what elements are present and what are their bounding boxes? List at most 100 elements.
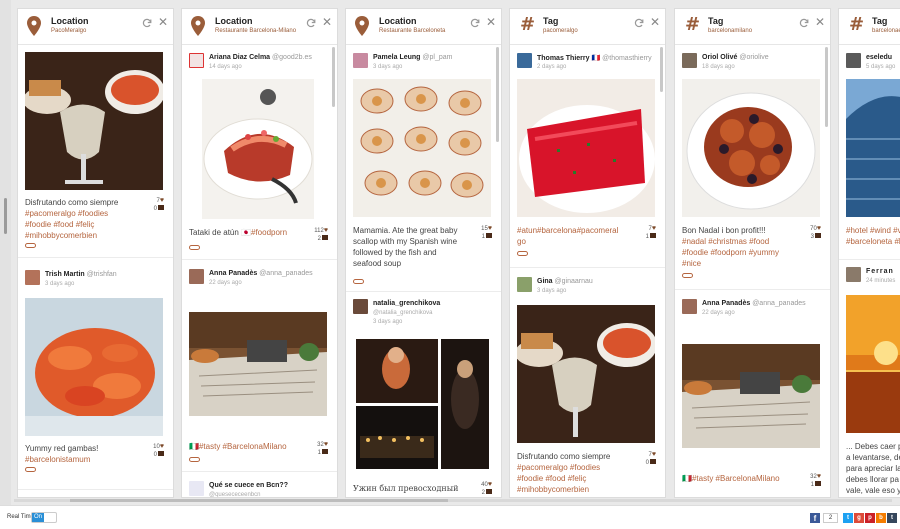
hashtag-link[interactable]: #mihobbycomerbien bbox=[25, 231, 97, 240]
user-name[interactable]: Pamela Leung bbox=[373, 54, 420, 61]
refresh-icon[interactable] bbox=[470, 18, 480, 28]
column-scrollbar[interactable] bbox=[660, 47, 663, 92]
avatar[interactable] bbox=[25, 270, 40, 285]
user-name[interactable]: natalia_grenchikova bbox=[373, 300, 440, 307]
post-photo[interactable] bbox=[517, 305, 655, 443]
comment-icon[interactable] bbox=[322, 449, 328, 454]
close-icon[interactable]: ✕ bbox=[486, 16, 496, 28]
hashtag-link[interactable]: #tasty #BarcelonaMilano bbox=[199, 442, 287, 451]
more-options-icon[interactable] bbox=[25, 243, 36, 248]
hashtag-link[interactable]: #foodporn bbox=[251, 228, 287, 237]
post-photo[interactable] bbox=[189, 312, 327, 416]
avatar[interactable] bbox=[353, 53, 368, 68]
tumblr-icon[interactable]: t bbox=[887, 513, 897, 523]
hashtag-link[interactable]: #nadal #christmas #food bbox=[682, 237, 769, 246]
post-photo[interactable] bbox=[25, 298, 163, 436]
googleplus-icon[interactable]: g bbox=[854, 513, 864, 523]
heart-icon[interactable]: ♥ bbox=[160, 443, 164, 450]
heart-icon[interactable]: ♥ bbox=[652, 225, 656, 232]
pinterest-icon[interactable]: p bbox=[865, 513, 875, 523]
refresh-icon[interactable] bbox=[142, 18, 152, 28]
avatar[interactable] bbox=[517, 277, 532, 292]
heart-icon[interactable]: ♥ bbox=[817, 473, 821, 480]
column-scrollbar[interactable] bbox=[825, 47, 828, 127]
post-photo[interactable] bbox=[441, 339, 489, 469]
hashtag-link[interactable]: #mihobbycomerbien bbox=[517, 485, 589, 494]
realtime-toggle[interactable]: On bbox=[31, 512, 57, 523]
hashtag-link[interactable]: #hotel #wind #vie bbox=[846, 226, 900, 235]
comment-icon[interactable] bbox=[486, 233, 492, 238]
avatar[interactable] bbox=[517, 53, 532, 68]
post-photo[interactable] bbox=[202, 79, 314, 219]
heart-icon[interactable]: ♥ bbox=[324, 227, 328, 234]
refresh-icon[interactable] bbox=[306, 18, 316, 28]
hashtag-link[interactable]: #foodie #food #feliç bbox=[25, 220, 94, 229]
avatar[interactable] bbox=[189, 53, 204, 68]
close-icon[interactable]: ✕ bbox=[650, 16, 660, 28]
close-icon[interactable]: ✕ bbox=[815, 16, 825, 28]
hashtag-link[interactable]: #tasty #BarcelonaMilano bbox=[692, 474, 780, 483]
avatar[interactable] bbox=[682, 299, 697, 314]
hashtag-link[interactable]: #barceloneta #b bbox=[846, 237, 900, 246]
hashtag-link[interactable]: #barcelonistamum bbox=[25, 455, 90, 464]
comment-icon[interactable] bbox=[815, 233, 821, 238]
user-name[interactable]: Ferran bbox=[866, 268, 894, 275]
post-photo[interactable] bbox=[25, 52, 163, 190]
left-scroll-handle[interactable] bbox=[4, 198, 7, 234]
post-photo[interactable] bbox=[356, 339, 438, 403]
heart-icon[interactable]: ♥ bbox=[324, 441, 328, 448]
comment-icon[interactable] bbox=[486, 489, 492, 494]
hashtag-link[interactable]: #atun#barcelona#pacomeral bbox=[517, 226, 618, 235]
user-name[interactable]: Thomas Thierry 🇫🇷 bbox=[537, 55, 600, 62]
post-photo[interactable] bbox=[682, 344, 820, 448]
more-options-icon[interactable] bbox=[189, 245, 200, 250]
user-name[interactable]: Gina bbox=[537, 278, 553, 285]
horizontal-scrollbar[interactable] bbox=[0, 497, 900, 505]
user-handle[interactable]: @natalia_grenchikova bbox=[373, 310, 432, 316]
user-handle[interactable]: @thomasthierry bbox=[602, 55, 652, 62]
refresh-icon[interactable] bbox=[799, 18, 809, 28]
user-handle[interactable]: @oriolive bbox=[739, 54, 768, 61]
close-icon[interactable]: ✕ bbox=[322, 16, 332, 28]
comment-icon[interactable] bbox=[322, 235, 328, 240]
facebook-icon[interactable]: f bbox=[810, 513, 820, 523]
user-handle[interactable]: @anna_panades bbox=[259, 270, 312, 277]
avatar[interactable] bbox=[682, 53, 697, 68]
post-photo[interactable] bbox=[682, 79, 820, 217]
post-photo[interactable] bbox=[846, 79, 900, 217]
heart-icon[interactable]: ♥ bbox=[817, 225, 821, 232]
user-name[interactable]: eseledu bbox=[866, 54, 892, 61]
user-name[interactable]: Anna Panadès bbox=[702, 300, 750, 307]
more-options-icon[interactable] bbox=[25, 467, 36, 472]
column-scrollbar[interactable] bbox=[332, 47, 335, 107]
blogger-icon[interactable]: b bbox=[876, 513, 886, 523]
post-photo[interactable] bbox=[846, 295, 900, 433]
more-options-icon[interactable] bbox=[682, 273, 693, 278]
heart-icon[interactable]: ♥ bbox=[488, 225, 492, 232]
refresh-icon[interactable] bbox=[634, 18, 644, 28]
post-photo[interactable] bbox=[517, 79, 655, 217]
hashtag-link[interactable]: go bbox=[517, 237, 526, 246]
avatar[interactable] bbox=[846, 53, 861, 68]
comment-icon[interactable] bbox=[650, 459, 656, 464]
heart-icon[interactable]: ♥ bbox=[652, 451, 656, 458]
avatar[interactable] bbox=[189, 481, 204, 496]
hashtag-link[interactable]: #pacomeralgo #foodies bbox=[517, 463, 600, 472]
more-options-icon[interactable] bbox=[189, 457, 200, 462]
post-photo[interactable] bbox=[353, 79, 491, 217]
avatar[interactable] bbox=[189, 269, 204, 284]
more-options-icon[interactable] bbox=[517, 251, 528, 256]
user-handle[interactable]: @good2b.es bbox=[272, 54, 312, 61]
comment-icon[interactable] bbox=[650, 233, 656, 238]
user-name[interactable]: Trish Martin bbox=[45, 271, 85, 278]
avatar[interactable] bbox=[353, 299, 368, 314]
horizontal-scroll-thumb[interactable] bbox=[70, 499, 448, 502]
user-handle[interactable]: @pl_pam bbox=[422, 54, 452, 61]
user-name[interactable]: Ariana Diaz Celma bbox=[209, 54, 270, 61]
twitter-icon[interactable]: t bbox=[843, 513, 853, 523]
user-handle[interactable]: @ginaarnau bbox=[555, 278, 593, 285]
comment-icon[interactable] bbox=[815, 481, 821, 486]
comment-icon[interactable] bbox=[158, 451, 164, 456]
heart-icon[interactable]: ♥ bbox=[160, 197, 164, 204]
user-handle[interactable]: @trishfan bbox=[87, 271, 117, 278]
